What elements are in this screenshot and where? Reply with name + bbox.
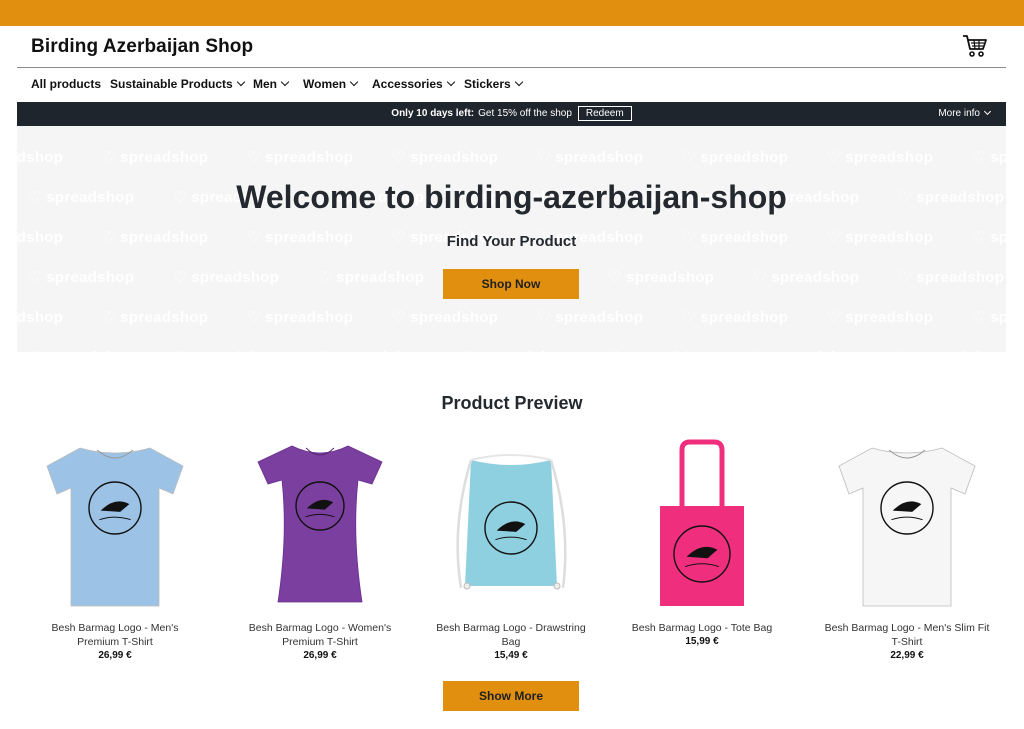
pattern-watermark: ♡ spreadshop xyxy=(247,309,354,326)
product-preview-title: Product Preview xyxy=(441,393,583,413)
product-price: 15,49 € xyxy=(494,650,528,661)
nav-item-all-products[interactable]: All products xyxy=(31,77,101,91)
nav-item-sustainable-products[interactable]: Sustainable Products xyxy=(110,77,245,91)
show-more-button[interactable]: Show More xyxy=(443,681,579,711)
shop-now-button[interactable]: Shop Now xyxy=(443,269,579,299)
hero-banner: ♡ spreadshop ♡ spreadshop ♡ spreadshop ♡ sp… xyxy=(17,126,1006,352)
pattern-watermark: ♡ spreadshop xyxy=(173,348,279,352)
chevron-down-icon xyxy=(349,77,359,87)
product-card[interactable]: Besh Barmag Logo - Women's Premium T-Shi… xyxy=(225,436,415,666)
promo-text: Get 15% off the shop xyxy=(478,108,572,119)
product-image-container[interactable] xyxy=(35,436,195,614)
pattern-watermark: ♡ spreadshop xyxy=(392,149,499,166)
product-card[interactable]: Besh Barmag Logo - Tote Bag 15,99 € xyxy=(607,436,797,666)
pattern-watermark: ♡ spreadshop xyxy=(17,149,64,166)
pattern-watermark: ♡ spreadshop xyxy=(537,149,644,166)
product-image[interactable] xyxy=(431,436,591,614)
pattern-watermark: ♡ spreadshop xyxy=(972,149,1006,166)
pattern-watermark: ♡ spreadshop xyxy=(463,348,569,352)
pattern-watermark: ♡ spreadshop xyxy=(898,269,1005,286)
chevron-down-icon xyxy=(514,77,523,87)
redeem-button[interactable]: Redeem xyxy=(577,106,632,121)
product-image[interactable] xyxy=(35,436,195,614)
product-card[interactable]: Besh Barmag Logo - Men's Slim Fit T-Shir… xyxy=(812,436,1002,666)
pattern-watermark: ♡ spreadshop xyxy=(102,149,209,166)
product-image[interactable] xyxy=(240,436,400,614)
shopping-cart-icon[interactable] xyxy=(962,34,988,58)
chevron-down-icon xyxy=(983,107,992,116)
product-name[interactable]: Besh Barmag Logo - Tote Bag xyxy=(607,621,797,635)
product-card[interactable]: Besh Barmag Logo - Men's Premium T-Shirt… xyxy=(20,436,210,666)
pattern-watermark: ♡ spreadshop xyxy=(972,309,1006,326)
pattern-watermark: ♡ spreadshop xyxy=(608,348,714,352)
main-navigation: All products Sustainable Products Men Wo… xyxy=(17,68,1006,102)
product-image[interactable] xyxy=(827,436,987,614)
pattern-watermark: ♡ spreadshop xyxy=(102,309,209,326)
more-info-toggle[interactable]: More info xyxy=(938,107,992,119)
nav-item-men[interactable]: Men xyxy=(253,77,290,91)
pattern-watermark: ♡ spreadshop xyxy=(173,269,280,286)
pattern-watermark: ♡ spreadshop xyxy=(28,348,134,352)
product-price: 26,99 € xyxy=(98,650,132,661)
pattern-watermark: ♡ spreadshop xyxy=(827,309,934,326)
top-accent-bar xyxy=(0,0,1024,26)
pattern-watermark: ♡ spreadshop xyxy=(898,348,1004,352)
product-image-container[interactable] xyxy=(240,436,400,614)
chevron-down-icon xyxy=(280,77,290,87)
pattern-watermark: ♡ spreadshop xyxy=(753,348,859,352)
chevron-down-icon xyxy=(446,77,455,87)
chevron-down-icon xyxy=(236,77,245,87)
product-image-container[interactable] xyxy=(622,436,782,614)
product-price: 26,99 € xyxy=(303,650,337,661)
nav-item-stickers[interactable]: Stickers xyxy=(464,77,523,91)
hero-subtitle: Find Your Product xyxy=(446,233,577,250)
shop-title[interactable]: Birding Azerbaijan Shop xyxy=(31,36,253,58)
pattern-watermark: ♡ spreadshop xyxy=(827,149,934,166)
product-name[interactable]: Besh Barmag Logo - Men's Premium T-Shirt xyxy=(20,621,210,649)
product-name[interactable]: Besh Barmag Logo - Men's Slim Fit T-Shir… xyxy=(812,621,1002,649)
nav-item-accessories[interactable]: Accessories xyxy=(372,77,455,91)
product-image[interactable] xyxy=(622,436,782,614)
product-price: 15,99 € xyxy=(685,636,719,647)
nav-item-women[interactable]: Women xyxy=(303,77,359,91)
product-price: 22,99 € xyxy=(890,650,924,661)
product-name[interactable]: Besh Barmag Logo - Women's Premium T-Shi… xyxy=(225,621,415,649)
pattern-watermark: ♡ spreadshop xyxy=(318,269,425,286)
product-image-container[interactable] xyxy=(827,436,987,614)
product-image-container[interactable] xyxy=(431,436,591,614)
pattern-watermark: ♡ spreadshop xyxy=(537,309,644,326)
product-card[interactable]: Besh Barmag Logo - Drawstring Bag 15,49 € xyxy=(416,436,606,666)
pattern-watermark: ♡ spreadshop xyxy=(608,269,715,286)
site-header: Birding Azerbaijan Shop xyxy=(17,26,1006,68)
pattern-watermark: ♡ spreadshop xyxy=(682,309,789,326)
pattern-watermark: ♡ spreadshop xyxy=(318,348,424,352)
hero-title: Welcome to birding-azerbaijan-shop xyxy=(236,179,787,215)
product-name[interactable]: Besh Barmag Logo - Drawstring Bag xyxy=(416,621,606,649)
pattern-watermark: ♡ spreadshop xyxy=(392,309,499,326)
pattern-watermark: ♡ spreadshop xyxy=(753,269,860,286)
pattern-watermark: ♡ spreadshop xyxy=(28,269,135,286)
pattern-watermark: ♡ spreadshop xyxy=(17,309,64,326)
promo-deadline: Only 10 days left: xyxy=(391,108,475,119)
promo-banner: Only 10 days left: Get 15% off the shop Re… xyxy=(17,102,1006,126)
pattern-watermark: ♡ spreadshop xyxy=(247,149,354,166)
pattern-watermark: ♡ spreadshop xyxy=(682,149,789,166)
